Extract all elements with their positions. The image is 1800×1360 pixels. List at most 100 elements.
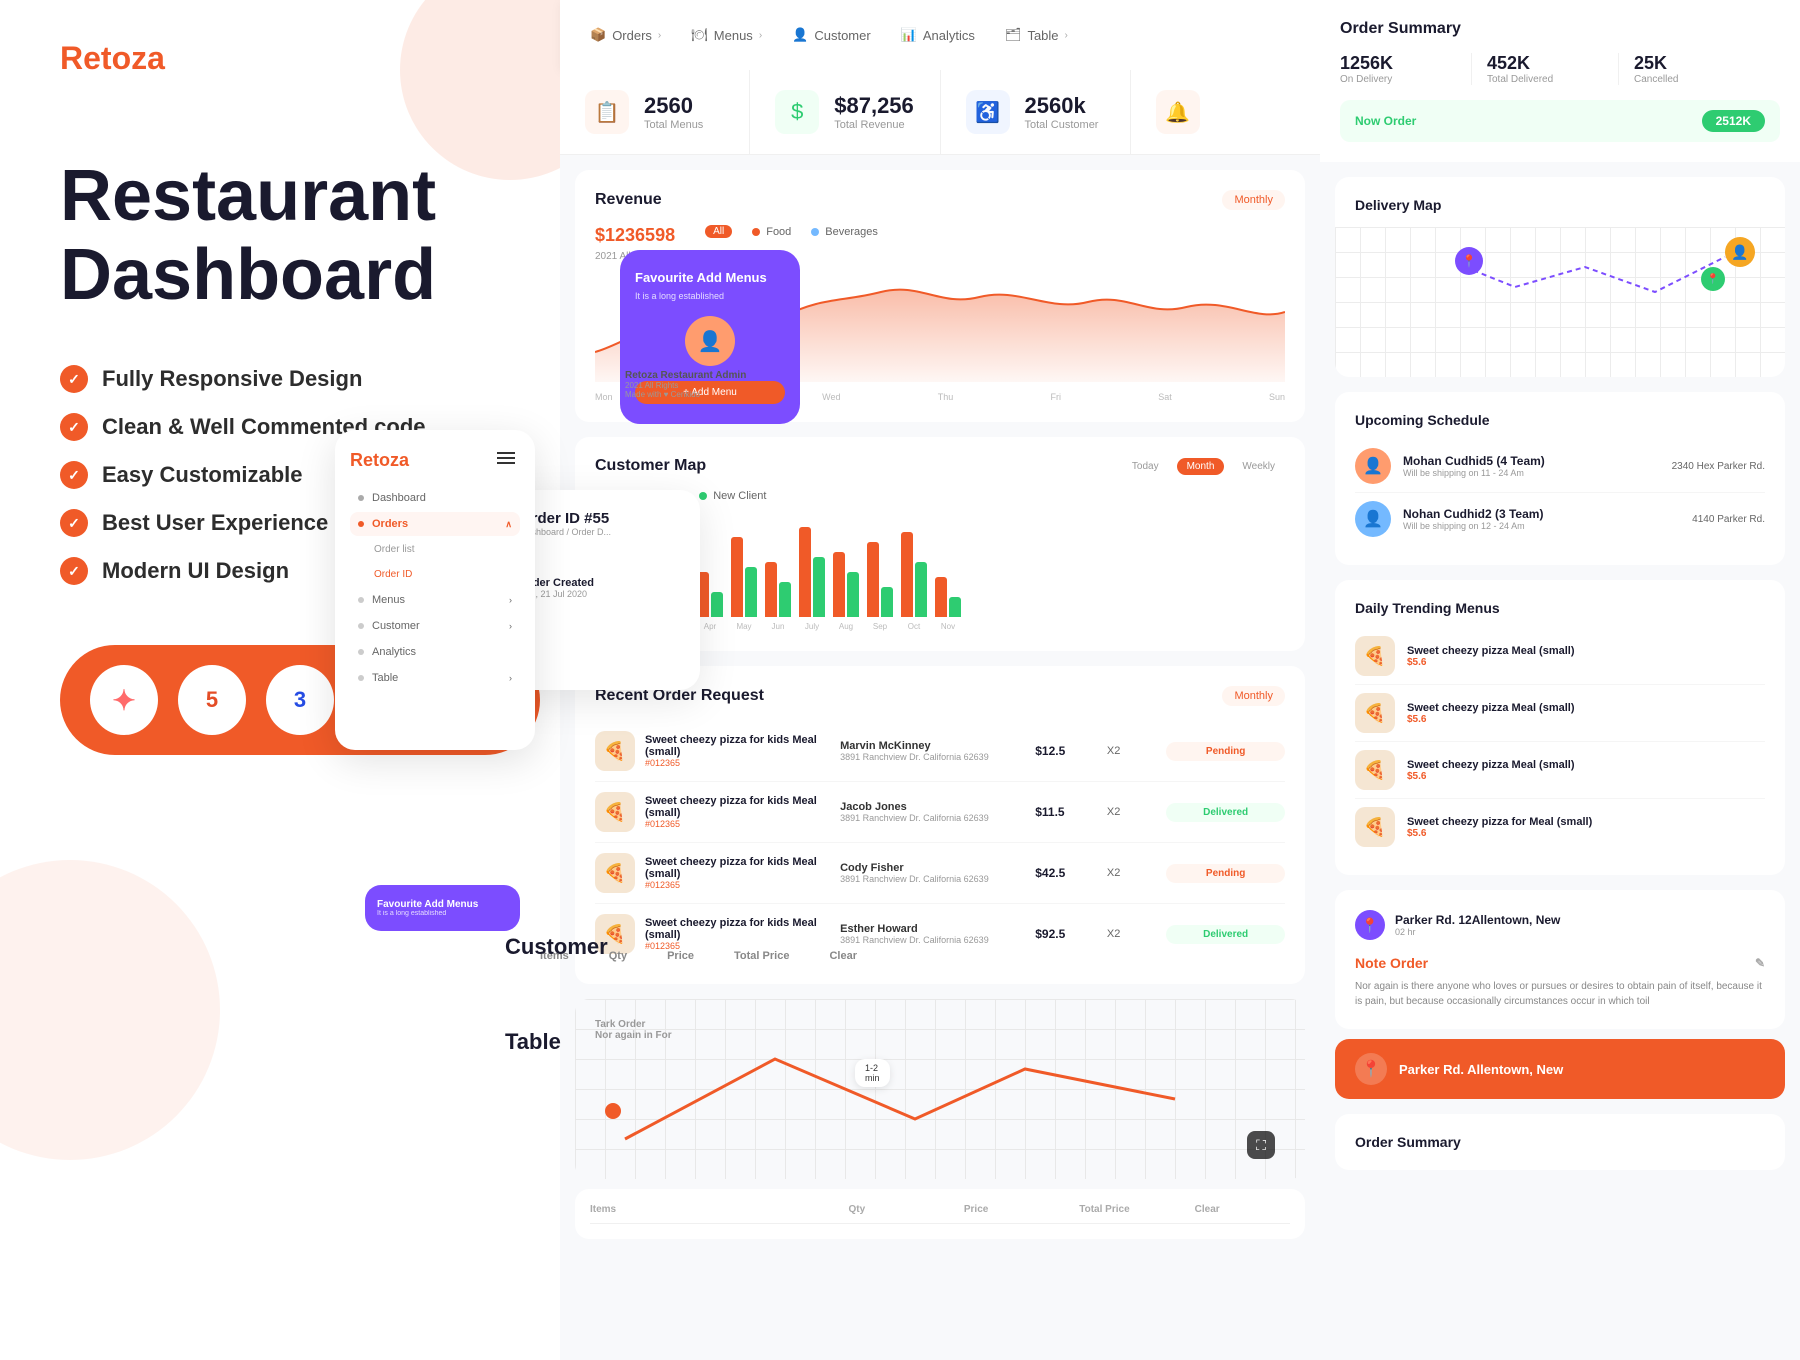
note-edit-icon[interactable]: ✎ xyxy=(1755,956,1765,970)
trending-title: Daily Trending Menus xyxy=(1355,600,1765,616)
trending-item-3: 🍕 Sweet cheezy pizza Meal (small) $5.6 xyxy=(1355,742,1765,799)
order-summary-title: Order Summary xyxy=(1340,20,1780,38)
revenue-title: Revenue xyxy=(595,191,662,209)
track-map: Tark Order Nor again in For 1-2min ⛶ xyxy=(575,999,1305,1179)
sp-nav-table[interactable]: Table › xyxy=(350,666,520,690)
html5-icon: 5 xyxy=(178,665,246,735)
map-tab-month[interactable]: Month xyxy=(1177,458,1225,475)
schedule-avatar-2: 👤 xyxy=(1355,501,1391,537)
top-nav: 📦 Orders › 🍽 Menus › 👤 Customer 📊 Analyt… xyxy=(560,0,1320,70)
nav-analytics[interactable]: 📊 Analytics xyxy=(901,27,975,43)
nav-orders[interactable]: 📦 Orders › xyxy=(590,27,661,43)
note-order-section: 📍 Parker Rd. 12Allentown, New 02 hr Note… xyxy=(1335,890,1785,1029)
order-qty-2: X2 xyxy=(1107,867,1156,879)
bell-icon: 🔔 xyxy=(1156,90,1200,134)
bar-new-6 xyxy=(813,557,825,617)
summary-on-delivery: 1256K On Delivery xyxy=(1340,53,1472,85)
check-icon-3: ✓ xyxy=(60,461,88,489)
stat-customer-value: 2560k xyxy=(1025,93,1099,119)
bar-group-10 xyxy=(935,577,961,617)
customer-map-title: Customer Map xyxy=(595,457,706,475)
bar-retained-7 xyxy=(833,552,845,617)
delivered-value: 452K xyxy=(1487,53,1603,74)
bar-group-4 xyxy=(731,537,757,617)
delivery-map-panel: Delivery Map 📍 📍 👤 xyxy=(1335,177,1785,377)
order-info-2: Sweet cheezy pizza for kids Meal (small)… xyxy=(645,856,830,890)
on-delivery-value: 1256K xyxy=(1340,53,1456,74)
bar-retained-4 xyxy=(731,537,743,617)
sp-nav-orderlist[interactable]: Order list xyxy=(350,538,520,561)
bar-group-8 xyxy=(867,542,893,617)
upcoming-title: Upcoming Schedule xyxy=(1355,412,1765,428)
fav-card-desc: It is a long established xyxy=(635,291,785,301)
col-price: Price xyxy=(964,1204,1059,1215)
order-thumb-1: 🍕 xyxy=(595,792,635,832)
nav-customer[interactable]: 👤 Customer xyxy=(792,27,871,43)
order-price-1: $11.5 xyxy=(1035,805,1097,819)
schedule-address-1: 2340 Hex Parker Rd. xyxy=(1672,461,1765,472)
order-breadcrumb: Dashboard / Order D... xyxy=(520,527,680,537)
check-icon-5: ✓ xyxy=(60,557,88,585)
order-price-2: $42.5 xyxy=(1035,866,1097,880)
map-tabs: Today Month Weekly xyxy=(1122,458,1285,475)
legend-all: All xyxy=(705,225,732,238)
order-qty-0: X2 xyxy=(1107,745,1156,757)
note-pin-icon: 📍 xyxy=(1355,910,1385,940)
recent-orders-section: Recent Order Request Monthly 🍕 Sweet che… xyxy=(575,666,1305,984)
customer-info-3: Esther Howard 3891 Ranchview Dr. Califor… xyxy=(840,923,1025,945)
schedule-item-1: 👤 Mohan Cudhid5 (4 Team) Will be shippin… xyxy=(1355,440,1765,493)
sp-nav-customer[interactable]: Customer › xyxy=(350,614,520,638)
table-label: Table xyxy=(505,1029,561,1055)
new-order-value: 2512K xyxy=(1702,110,1765,132)
trending-thumb-4: 🍕 xyxy=(1355,807,1395,847)
map-expand-icon[interactable]: ⛶ xyxy=(1247,1131,1275,1159)
map-tab-weekly[interactable]: Weekly xyxy=(1232,458,1285,475)
recent-orders-filter[interactable]: Monthly xyxy=(1222,686,1285,706)
bar-new-7 xyxy=(847,572,859,617)
stat-cards: 📋 2560 Total Menus $ $87,256 Total Reven… xyxy=(560,70,1320,155)
th-total: Total Price xyxy=(734,950,789,962)
order-row-1: 🍕 Sweet cheezy pizza for kids Meal (smal… xyxy=(595,782,1285,843)
fav-card-small-title: Favourite Add Menus xyxy=(377,899,508,910)
order-created-label: Order Created xyxy=(520,577,680,589)
bar-retained-6 xyxy=(799,527,811,617)
bar-new-3 xyxy=(711,592,723,617)
bar-new-5 xyxy=(779,582,791,617)
customer-icon: ♿ xyxy=(966,90,1010,134)
legend-beverages: Beverages xyxy=(811,225,878,238)
trending-info-4: Sweet cheezy pizza for Meal (small) $5.6 xyxy=(1407,816,1592,839)
fav-card-small: Favourite Add Menus It is a long establi… xyxy=(365,885,520,931)
map-tab-today[interactable]: Today xyxy=(1122,458,1169,475)
bar-new-10 xyxy=(949,597,961,617)
customer-label: Customer xyxy=(505,934,608,960)
table-header-row: Items Qty Price Total Price Clear xyxy=(590,1204,1290,1224)
th-clear: Clear xyxy=(829,950,857,962)
delivery-route-svg xyxy=(1335,227,1785,367)
feature-item-1: ✓ Fully Responsive Design xyxy=(60,365,500,393)
upcoming-section: Upcoming Schedule 👤 Mohan Cudhid5 (4 Tea… xyxy=(1335,392,1785,565)
nav-table[interactable]: 🗂 Table › xyxy=(1005,27,1068,43)
delivery-map-title: Delivery Map xyxy=(1355,197,1765,213)
bar-retained-8 xyxy=(867,542,879,617)
fav-card-title: Favourite Add Menus xyxy=(635,270,785,285)
recent-orders-header: Recent Order Request Monthly xyxy=(595,686,1285,706)
new-order-row: Now Order 2512K xyxy=(1340,100,1780,142)
sp-nav-analytics[interactable]: Analytics xyxy=(350,640,520,664)
sp-nav-orders[interactable]: Orders ∧ xyxy=(350,512,520,536)
sp-nav-dashboard[interactable]: Dashboard xyxy=(350,486,520,510)
css3-icon: 3 xyxy=(266,665,334,735)
summary-cancelled: 25K Cancelled xyxy=(1634,53,1765,85)
check-icon-2: ✓ xyxy=(60,413,88,441)
sp-nav-orderid[interactable]: Order ID xyxy=(350,563,520,586)
daily-trending-section: Daily Trending Menus 🍕 Sweet cheezy pizz… xyxy=(1335,580,1785,875)
hero-title: Restaurant Dashboard xyxy=(60,157,500,315)
hamburger-icon[interactable] xyxy=(497,452,515,464)
trending-item-2: 🍕 Sweet cheezy pizza Meal (small) $5.6 xyxy=(1355,685,1765,742)
sidebar-preview: Retoza Dashboard Orders ∧ Order list Ord… xyxy=(335,430,535,750)
revenue-filter[interactable]: Monthly xyxy=(1222,190,1285,210)
note-location: 📍 Parker Rd. 12Allentown, New 02 hr xyxy=(1355,910,1765,940)
check-icon-1: ✓ xyxy=(60,365,88,393)
sp-nav-menus[interactable]: Menus › xyxy=(350,588,520,612)
order-status-3: Delivered xyxy=(1166,925,1285,944)
nav-menus[interactable]: 🍽 Menus › xyxy=(691,27,762,43)
